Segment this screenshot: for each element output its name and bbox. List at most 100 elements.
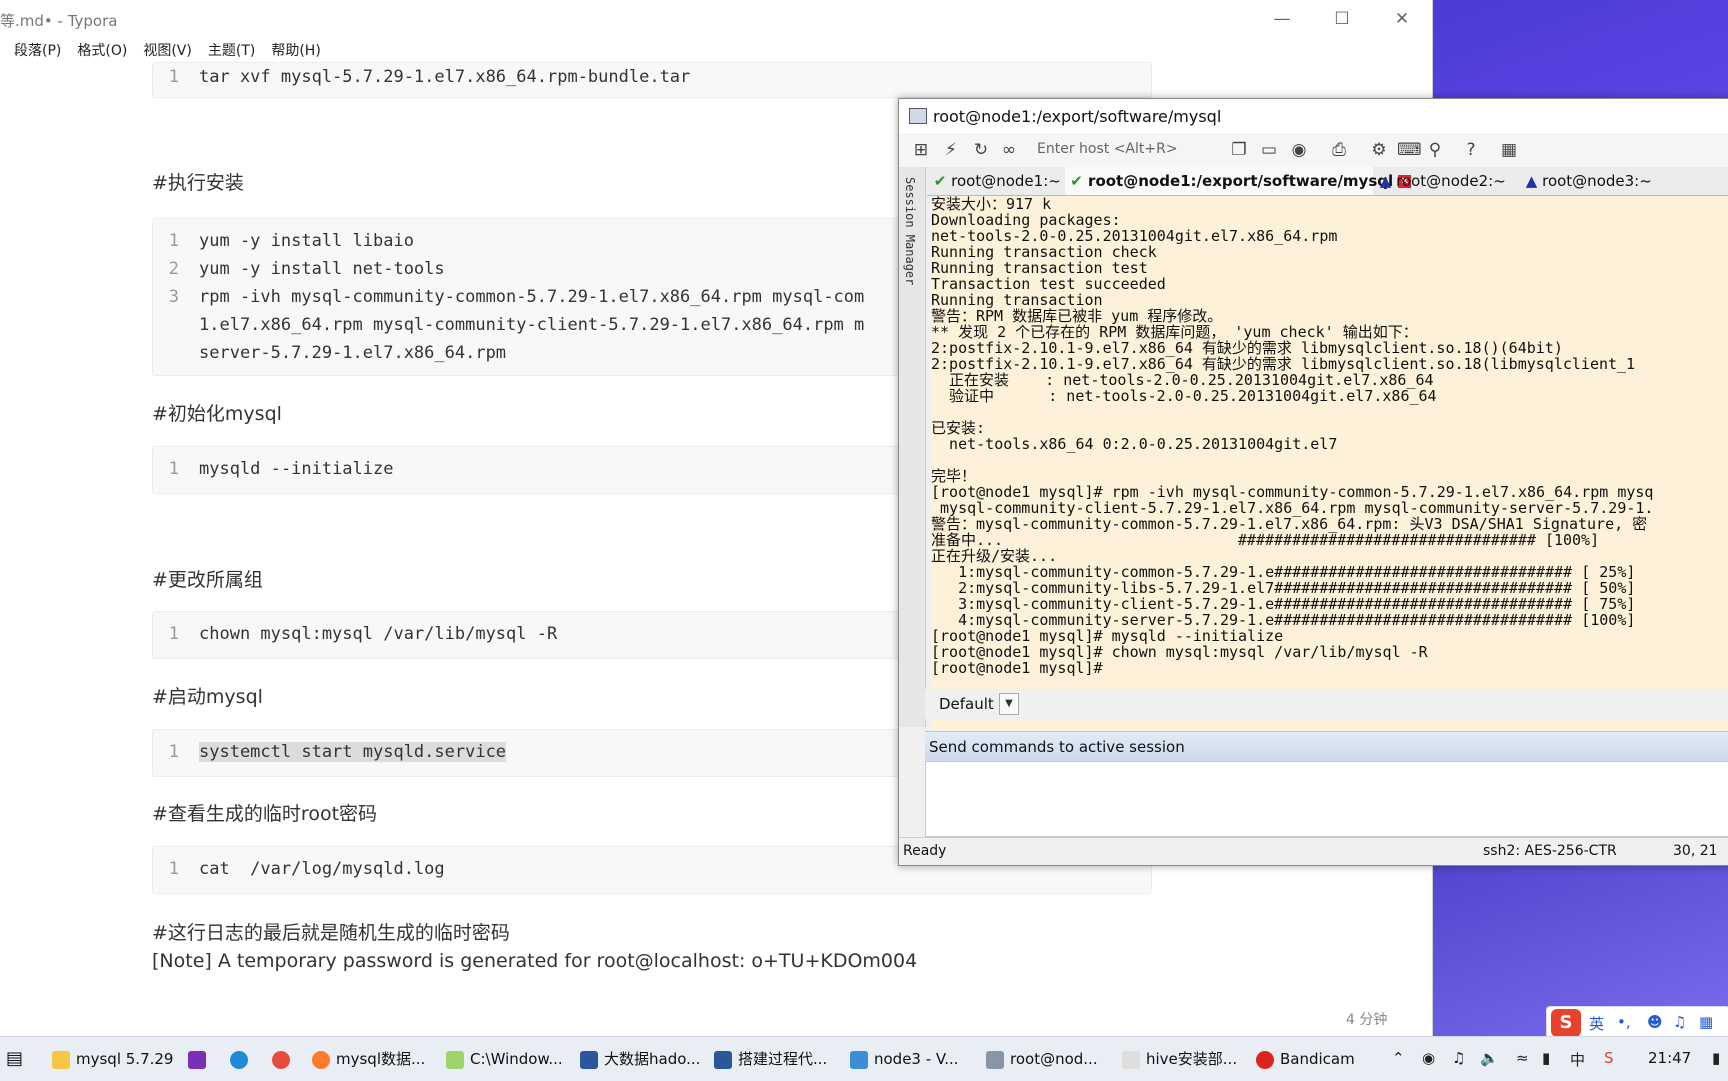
connected-check-icon: ✔ (1070, 172, 1083, 190)
mic-icon[interactable]: ♫ (1673, 1013, 1686, 1031)
minimize-icon[interactable]: — (1262, 6, 1302, 32)
notepad-icon (446, 1050, 464, 1069)
settings-icon[interactable]: ⚙ (1369, 140, 1389, 160)
ssh-status-bar: Ready ssh2: AES-256-CTR 30, 21 (899, 837, 1728, 864)
key-icon[interactable]: ⚲ (1425, 140, 1445, 160)
word-count[interactable]: 4 分钟 (1346, 1009, 1387, 1029)
menu-paragraph[interactable]: 段落(P) (14, 40, 61, 62)
ime-more-icon[interactable]: ▦ (1699, 1013, 1713, 1031)
print-icon[interactable]: ⎙ (1329, 140, 1349, 160)
connect-icon[interactable]: ⊞ (911, 140, 931, 160)
heading-install: #执行安装 (152, 172, 244, 194)
send-commands-input[interactable] (925, 761, 1728, 837)
sogou-tray-icon[interactable]: S (1604, 1049, 1614, 1067)
paste-icon[interactable]: ▭ (1259, 140, 1279, 160)
ime-lang[interactable]: 英 (1589, 1013, 1604, 1034)
warning-icon: ▲ (1379, 172, 1392, 190)
tray-mic-icon[interactable]: ♫ (1452, 1049, 1465, 1067)
find-icon[interactable]: ◉ (1289, 140, 1309, 160)
folder-icon (52, 1050, 70, 1069)
notification-icon[interactable]: ▮ (1712, 1049, 1720, 1067)
tray-record-icon[interactable]: ◉ (1422, 1049, 1435, 1067)
line-number: 3 (168, 287, 179, 307)
tab-node3[interactable]: ▲ root@node3:~ (1521, 167, 1665, 195)
ssh-window-title: root@node1:/export/software/mysql (933, 107, 1222, 126)
firefox-icon (312, 1050, 330, 1069)
heading-chown: #更改所属组 (152, 569, 263, 591)
taskbar-item-typora[interactable]: mysql 5.7.29 (52, 1037, 173, 1081)
menu-view[interactable]: 视图(V) (143, 40, 192, 62)
tab-node2[interactable]: ▲ root@node2:~ (1375, 167, 1519, 195)
ssh-client-window: root@node1:/export/software/mysql ⊞ ⚡ ↻ … (898, 98, 1728, 866)
code-line: rpm -ivh mysql-community-common-5.7.29-1… (199, 287, 865, 307)
tray-overflow-icon[interactable]: ⌃ (1392, 1049, 1405, 1067)
tab-label: root@node1:~ (951, 172, 1061, 190)
ssh-toolbar: ⊞ ⚡ ↻ ∞ Enter host <Alt+R> ❐ ▭ ◉ ⎙ ⚙ ⌨ ⚲… (899, 133, 1728, 168)
line-number: 1 (168, 231, 179, 251)
host-input[interactable]: Enter host <Alt+R> (1037, 141, 1207, 157)
task-view-icon[interactable]: ▤ (6, 1037, 23, 1081)
menu-format[interactable]: 格式(O) (77, 40, 127, 62)
tray-lang[interactable]: 中 (1570, 1049, 1585, 1070)
heading-initialize: #初始化mysql (152, 403, 282, 425)
sogou-icon: S (1551, 1009, 1581, 1037)
taskbar-item-bandicam[interactable]: Bandicam (1256, 1037, 1355, 1081)
taskbar: ▤ mysql 5.7.29 mysql数据... C:\Window... 大… (0, 1036, 1728, 1081)
warning-icon: ▲ (1525, 172, 1538, 190)
copy-icon[interactable]: ❐ (1229, 140, 1249, 160)
taskbar-chrome-icon[interactable] (272, 1037, 296, 1081)
quick-connect-icon[interactable]: ⚡ (941, 140, 961, 160)
code-line-selected: systemctl start mysqld.service (199, 742, 507, 762)
terminal-text: 安装大小：917 k Downloading packages: net-too… (931, 196, 1654, 677)
screen-icon[interactable]: ▦ (1499, 140, 1519, 160)
taskbar-item-vmware[interactable]: node3 - V... (850, 1037, 959, 1081)
line-number: 2 (168, 259, 179, 279)
taskbar-item-typora-hive[interactable]: hive安装部... (1122, 1037, 1237, 1081)
chrome-icon (272, 1050, 290, 1069)
reconnect-icon[interactable]: ↻ (971, 140, 991, 160)
taskbar-item-notepad[interactable]: C:\Window... (446, 1037, 563, 1081)
taskbar-item-word-1[interactable]: 大数据hado... (580, 1037, 700, 1081)
code-block-tar[interactable]: 1 tar xvf mysql-5.7.29-1.el7.x86_64.rpm-… (152, 62, 1152, 98)
tab-node1-mysql[interactable]: ✔ root@node1:/export/software/mysql ✕ (1065, 167, 1412, 195)
punctuation-icon[interactable]: •, (1617, 1013, 1631, 1031)
ime-toolbar[interactable]: S 英 •, ☻ ♫ ▦ (1546, 1006, 1728, 1040)
taskbar-item-word-2[interactable]: 搭建过程代... (714, 1037, 827, 1081)
line-number: 1 (168, 624, 179, 644)
code-line: tar xvf mysql-5.7.29-1.el7.x86_64.rpm-bu… (199, 67, 691, 87)
command-mode-select[interactable]: Default (939, 695, 994, 713)
record-icon (1256, 1050, 1274, 1069)
help-icon[interactable]: ? (1461, 140, 1481, 160)
send-commands-label: Send commands to active session (929, 738, 1185, 756)
status-ready: Ready (903, 843, 947, 859)
note-temp-password: [Note] A temporary password is generated… (152, 950, 918, 972)
taskbar-item-ssh[interactable]: root@nod... (986, 1037, 1098, 1081)
disconnect-icon[interactable]: ∞ (999, 140, 1019, 160)
taskbar-item-firefox[interactable]: mysql数据... (312, 1037, 425, 1081)
send-commands-header: Send commands to active session (925, 731, 1728, 762)
chevron-down-icon[interactable]: ▼ (999, 693, 1019, 715)
taskbar-onenote-icon[interactable] (188, 1037, 212, 1081)
terminal-app-icon (909, 108, 927, 124)
line-number: 1 (168, 859, 179, 879)
menu-theme[interactable]: 主题(T) (208, 40, 255, 62)
clock[interactable]: 21:47 (1648, 1049, 1691, 1067)
command-bar: Default ▼ (925, 689, 1728, 719)
word-icon (580, 1050, 598, 1069)
volume-icon[interactable]: 🔈 (1480, 1049, 1499, 1067)
maximize-icon[interactable]: ☐ (1322, 6, 1362, 32)
taskbar-edge-icon[interactable] (230, 1037, 254, 1081)
code-line-wrap: server-5.7.29-1.el7.x86_64.rpm (199, 343, 507, 363)
battery-icon[interactable]: ▮ (1542, 1049, 1550, 1067)
tab-node1-home[interactable]: ✔ root@node1:~ (929, 167, 1063, 195)
keymap-icon[interactable]: ⌨ (1397, 140, 1422, 160)
line-number: 1 (168, 67, 179, 87)
session-manager-panel[interactable]: Session Manager (899, 167, 926, 727)
session-manager-label: Session Manager (903, 177, 917, 286)
wifi-icon[interactable]: ≈ (1516, 1049, 1529, 1067)
close-icon[interactable]: ✕ (1382, 6, 1422, 32)
emoji-icon[interactable]: ☻ (1647, 1013, 1663, 1031)
status-cipher: ssh2: AES-256-CTR (1483, 843, 1617, 859)
heading-last-line: #这行日志的最后就是随机生成的临时密码 (152, 922, 510, 944)
menu-help[interactable]: 帮助(H) (271, 40, 320, 62)
